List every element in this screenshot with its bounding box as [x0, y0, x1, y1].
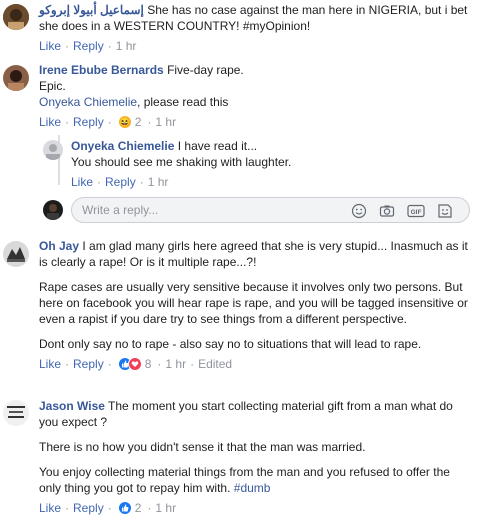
like-button[interactable]: Like	[71, 174, 93, 190]
smiley-icon[interactable]	[351, 203, 367, 219]
comment-paragraph: There is no how you didn't sense it that…	[39, 440, 366, 454]
comment-actions: Like · Reply · 8 · 1 hr · Edited	[39, 356, 233, 372]
like-button[interactable]: Like	[39, 38, 61, 54]
comment-text: I have read it...	[177, 139, 258, 153]
comment-author[interactable]: Onyeka Chiemelie	[71, 139, 174, 153]
avatar[interactable]	[3, 241, 29, 267]
reply-button[interactable]: Reply	[73, 356, 104, 372]
reply-input[interactable]	[82, 203, 342, 217]
edited-label[interactable]: Edited	[198, 356, 232, 372]
comment-actions: Like · Reply · 😆 2 · 1 hr	[39, 114, 177, 130]
avatar[interactable]	[3, 4, 29, 30]
timestamp[interactable]: 1 hr	[148, 174, 169, 190]
svg-text:GIF: GIF	[411, 209, 422, 216]
love-reaction-icon	[127, 357, 142, 371]
reply-button[interactable]: Reply	[105, 174, 136, 190]
reactions[interactable]: 😆 2	[117, 114, 142, 130]
avatar[interactable]	[3, 400, 29, 426]
timestamp[interactable]: 1 hr	[155, 500, 176, 516]
camera-icon[interactable]	[379, 203, 395, 219]
reaction-count: 2	[134, 501, 142, 515]
haha-reaction-icon: 😆	[117, 115, 132, 129]
gif-icon[interactable]: GIF	[407, 203, 425, 219]
comment-paragraph: Dont only say no to rape - also say no t…	[39, 337, 422, 351]
avatar[interactable]	[43, 140, 63, 160]
timestamp[interactable]: 1 hr	[116, 38, 137, 54]
comment-author[interactable]: Irene Ebube Bernards	[39, 63, 164, 77]
like-button[interactable]: Like	[39, 356, 61, 372]
comment-author[interactable]: Jason Wise	[39, 399, 105, 413]
reply-button[interactable]: Reply	[73, 500, 104, 516]
avatar[interactable]	[3, 65, 29, 91]
reaction-count: 2	[134, 115, 142, 129]
comment-actions: Like · Reply · 2 · 1 hr	[39, 500, 177, 516]
comment-text: I am glad many girls here agreed that sh…	[39, 239, 468, 269]
comment-actions: Like · Reply · 1 hr	[39, 38, 137, 54]
comment-text-line: , please read this	[137, 95, 229, 109]
reactions[interactable]: 8	[117, 356, 152, 372]
timestamp[interactable]: 1 hr	[155, 114, 176, 130]
mention-link[interactable]: Onyeka Chiemelie	[39, 95, 137, 109]
hashtag-link[interactable]: #dumb	[234, 481, 271, 495]
timestamp[interactable]: 1 hr	[165, 356, 186, 372]
comment-text-line: Epic.	[39, 79, 66, 93]
reply-box[interactable]: GIF	[71, 197, 470, 223]
reply-button[interactable]: Reply	[73, 114, 104, 130]
comment-author[interactable]: إسماعيل أبيولا إبروكو	[39, 3, 144, 17]
comment-text: Five-day rape.	[167, 63, 244, 77]
like-button[interactable]: Like	[39, 500, 61, 516]
comment-actions: Like · Reply · 1 hr	[71, 174, 169, 190]
like-reaction-icon	[117, 501, 132, 515]
reaction-count: 8	[144, 357, 152, 371]
current-user-avatar	[43, 200, 63, 220]
comment-text-line: You should see me shaking with laughter.	[71, 155, 292, 169]
reply-button[interactable]: Reply	[73, 38, 104, 54]
like-button[interactable]: Like	[39, 114, 61, 130]
sticker-icon[interactable]	[437, 203, 453, 219]
reactions[interactable]: 2	[117, 500, 142, 516]
comment-paragraph: Rape cases are usually very sensitive be…	[39, 280, 468, 326]
comment-author[interactable]: Oh Jay	[39, 239, 79, 253]
